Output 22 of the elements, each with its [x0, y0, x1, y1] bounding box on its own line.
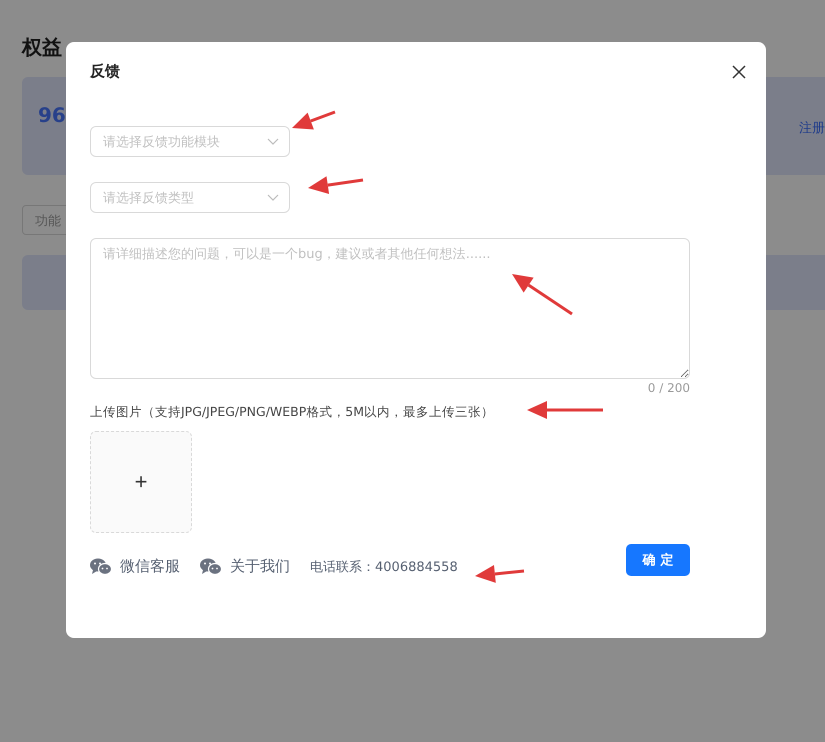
upload-label: 上传图片（支持JPG/JPEG/PNG/WEBP格式，5M以内，最多上传三张）	[90, 404, 494, 421]
close-icon	[732, 64, 746, 78]
annotation-arrow	[292, 110, 336, 130]
summary-value: 96	[38, 103, 66, 127]
chat-icon	[200, 558, 222, 576]
character-counter: 0 / 200	[648, 381, 690, 395]
dialog-title: 反馈	[90, 62, 120, 81]
description-field[interactable]: 请详细描述您的问题，可以是一个bug，建议或者其他任何想法......	[90, 238, 690, 379]
annotation-arrow	[512, 274, 573, 316]
footer-link[interactable]: 微信客服	[90, 557, 180, 576]
page-title: 权益	[22, 34, 63, 61]
annotation-arrow	[475, 565, 524, 583]
chevron-down-icon	[267, 138, 279, 146]
upload-button[interactable]: +	[90, 431, 192, 533]
phone-text: 电话联系：4006884558	[310, 558, 458, 576]
register-link[interactable]: 注册	[799, 119, 825, 137]
footer-link[interactable]: 关于我们	[200, 557, 290, 576]
confirm-button[interactable]: 确 定	[626, 544, 690, 576]
chevron-down-icon	[267, 194, 279, 202]
annotation-arrow	[308, 176, 364, 194]
chat-icon	[90, 558, 112, 576]
close-button[interactable]	[730, 62, 748, 80]
